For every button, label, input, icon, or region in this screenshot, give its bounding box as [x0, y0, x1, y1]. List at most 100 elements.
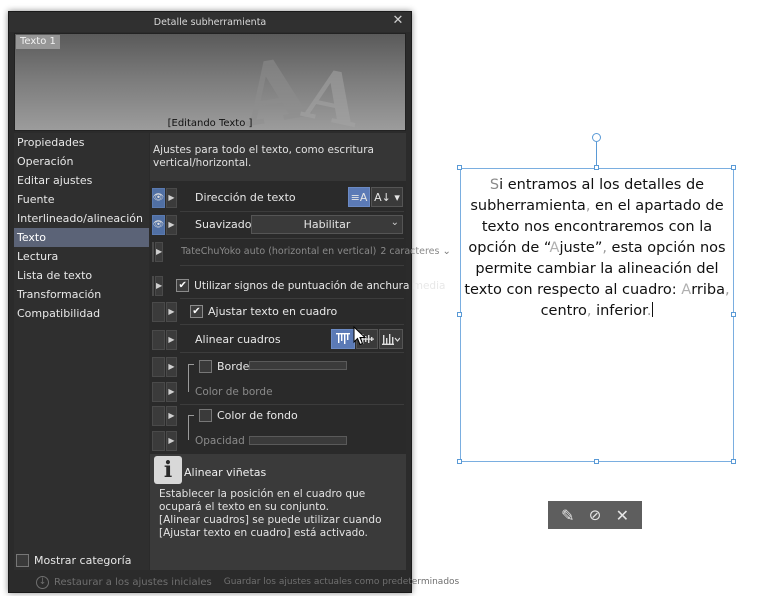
resize-handle-br[interactable] — [731, 459, 736, 464]
cancel-icon[interactable]: ✕ — [611, 506, 633, 525]
save-default-button[interactable]: Guardar los ajustes actuales como predet… — [224, 577, 460, 587]
show-category-label: Mostrar categoría — [34, 554, 132, 567]
eye-icon[interactable] — [152, 405, 165, 426]
show-category-toggle[interactable]: Mostrar categoría — [16, 554, 131, 567]
dialog-footer: ↓ Restaurar a los ajustes iniciales Guar… — [14, 572, 459, 592]
align-boxes-label: Alinear cuadros — [195, 333, 281, 346]
text-comma-3: , — [725, 282, 730, 298]
preview-area: A A Texto 1 [Editando Texto ] — [14, 33, 406, 131]
fit-text-label: Ajustar texto en cuadro — [208, 305, 338, 318]
tatechuyoko-value[interactable]: 2 caracteres — [380, 246, 439, 257]
help-body: Establecer la posición en el cuadro que … — [159, 488, 403, 540]
expand-arrow-icon[interactable]: ▶ — [155, 275, 164, 296]
eye-icon[interactable] — [152, 329, 165, 350]
dialog-title: Detalle subherramienta — [153, 16, 267, 28]
expand-arrow-icon[interactable]: ▶ — [166, 214, 177, 235]
text-letter-a: A — [549, 240, 560, 256]
expand-arrow-icon[interactable]: ▶ — [166, 430, 177, 451]
reset-label: Restaurar a los ajustes iniciales — [54, 576, 212, 588]
fullwidth-punct-checkbox[interactable]: ✔ — [176, 279, 190, 292]
info-icon: i — [154, 456, 182, 484]
reset-button[interactable]: ↓ Restaurar a los ajustes iniciales — [36, 575, 212, 589]
text-part-3: juste” — [559, 240, 603, 256]
eye-icon[interactable] — [152, 356, 165, 377]
resize-handle-bl[interactable] — [457, 459, 462, 464]
dialog-titlebar[interactable]: Detalle subherramienta ✕ — [9, 12, 411, 32]
help-line-1: Establecer la posición en el cuadro que … — [159, 488, 366, 513]
bg-color-label: Color de fondo — [217, 409, 298, 422]
help-line-2: [Alinear cuadros] se puede utilizar cuan… — [159, 514, 382, 539]
expand-arrow-icon[interactable]: ▶ — [166, 329, 177, 350]
resize-handle-t[interactable] — [594, 165, 599, 170]
fit-text-checkbox[interactable]: ✔ — [190, 305, 203, 318]
antialias-select[interactable]: Habilitar ⌄ — [251, 215, 403, 234]
text-direction-label: Dirección de texto — [195, 191, 296, 204]
sidebar-item-fuente[interactable]: Fuente — [14, 190, 149, 209]
sidebar-item-editar-ajustes[interactable]: Editar ajustes — [14, 171, 149, 190]
close-icon[interactable]: ✕ — [391, 14, 405, 28]
opacity-slider[interactable] — [249, 436, 347, 445]
panel-description: Ajustes para todo el texto, como escritu… — [150, 133, 406, 181]
preview-tag: Texto 1 — [16, 35, 60, 49]
text-part-6: centro — [540, 303, 587, 319]
sidebar-item-lista-de-texto[interactable]: Lista de texto — [14, 266, 149, 285]
vertical-text-icon[interactable]: A↓ ▾ — [371, 187, 403, 207]
text-part-7: inferior — [591, 303, 647, 319]
expand-arrow-icon[interactable]: ▶ — [166, 405, 177, 426]
rotate-handle[interactable] — [592, 133, 601, 142]
sidebar-item-transformacion[interactable]: Transformación — [14, 285, 149, 304]
sidebar-item-interlineado[interactable]: Interlineado/alineación — [14, 209, 149, 228]
antialias-value: Habilitar — [303, 218, 351, 231]
chevron-down-icon: ⌄ — [390, 217, 399, 228]
row-fullwidth-punct: ▶ ✔ Utilizar signos de puntuación de anc… — [150, 273, 445, 298]
resize-handle-b[interactable] — [594, 459, 599, 464]
sidebar-item-lectura[interactable]: Lectura — [14, 247, 149, 266]
eye-icon[interactable]: 👁 — [152, 214, 165, 235]
border-label: Borde — [217, 360, 250, 373]
sidebar-item-compatibilidad[interactable]: Compatibilidad — [14, 304, 149, 323]
row-tatechuyoko: ▶ TateChuYoko auto (horizontal en vertic… — [150, 239, 451, 264]
resize-handle-tr[interactable] — [731, 165, 736, 170]
chevron-down-icon[interactable]: ⌄ — [442, 246, 450, 257]
expand-arrow-icon[interactable]: ▶ — [155, 241, 164, 262]
settings-panel: Ajustes para todo el texto, como escritu… — [150, 133, 451, 570]
expand-arrow-icon[interactable]: ▶ — [166, 381, 177, 402]
text-caret — [652, 302, 654, 317]
opacity-label: Opacidad — [195, 434, 245, 447]
bg-color-checkbox[interactable] — [199, 409, 212, 422]
border-color-label: Color de borde — [195, 385, 273, 398]
tatechuyoko-label: TateChuYoko auto (horizontal en vertical… — [181, 246, 377, 257]
canvas-text[interactable]: Si entramos al los detalles de subherram… — [462, 175, 732, 322]
border-width-slider[interactable] — [249, 361, 347, 370]
confirm-icon[interactable]: ⊘ — [584, 506, 606, 524]
eye-icon[interactable] — [152, 275, 154, 296]
expand-arrow-icon[interactable]: ▶ — [166, 356, 177, 377]
text-first-letter: S — [489, 177, 500, 193]
show-category-checkbox[interactable] — [16, 554, 29, 567]
eye-icon[interactable]: 👁 — [152, 187, 165, 208]
eye-icon[interactable] — [152, 430, 165, 451]
mouse-cursor-icon — [353, 326, 367, 346]
align-top-icon[interactable] — [331, 329, 355, 349]
resize-handle-tl[interactable] — [457, 165, 462, 170]
sidebar-item-texto[interactable]: Texto — [14, 228, 149, 247]
expand-arrow-icon[interactable]: ▶ — [166, 187, 177, 208]
reset-icon: ↓ — [36, 575, 49, 589]
antialias-label: Suavizado — [195, 218, 252, 231]
sub-tool-detail-dialog: Detalle subherramienta ✕ A A Texto 1 [Ed… — [8, 11, 459, 593]
category-sidebar: Propiedades Operación Editar ajustes Fue… — [14, 133, 149, 570]
sidebar-item-propiedades[interactable]: Propiedades — [14, 133, 149, 152]
align-bottom-icon[interactable] — [379, 329, 403, 349]
eye-icon[interactable] — [152, 381, 165, 402]
eye-icon[interactable] — [152, 241, 154, 262]
pencil-icon[interactable]: ✎ — [557, 506, 579, 525]
eye-icon[interactable] — [152, 301, 165, 322]
save-default-label: Guardar los ajustes actuales como predet… — [223, 577, 460, 587]
expand-arrow-icon[interactable]: ▶ — [166, 301, 177, 322]
sidebar-item-operacion[interactable]: Operación — [14, 152, 149, 171]
preview-editing-label: [Editando Texto ] — [167, 118, 253, 129]
row-fit-text: ▶ ✔ Ajustar texto en cuadro — [150, 299, 406, 324]
border-checkbox[interactable] — [199, 360, 212, 373]
horizontal-text-icon[interactable]: ≡A — [348, 187, 370, 207]
help-box: i Alinear viñetas Establecer la posición… — [150, 454, 406, 570]
